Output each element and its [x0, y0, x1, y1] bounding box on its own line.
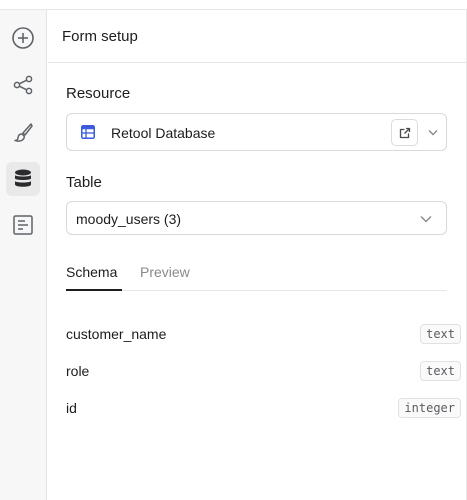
table-label: Table — [66, 174, 102, 191]
panel-header: Form setup — [48, 10, 466, 63]
field-name: role — [66, 363, 90, 379]
field-type-badge: text — [420, 324, 461, 344]
connections-button[interactable] — [6, 68, 40, 102]
form-setup-panel: Form setup Resource Retool Database Tabl… — [48, 10, 467, 500]
form-button[interactable] — [6, 208, 40, 242]
form-icon — [13, 215, 33, 235]
field-name: customer_name — [66, 326, 167, 342]
field-name: id — [66, 400, 77, 416]
chevron-down-icon — [428, 130, 438, 136]
schema-row: customer_name text — [66, 324, 461, 346]
chevron-down-icon — [420, 216, 432, 223]
resource-select[interactable]: Retool Database — [66, 113, 447, 151]
paintbrush-icon — [14, 123, 33, 142]
schema-row: id integer — [66, 398, 461, 420]
tab-preview[interactable]: Preview — [140, 264, 190, 291]
table-select[interactable]: moody_users (3) — [66, 201, 447, 235]
table-value: moody_users (3) — [76, 211, 182, 227]
style-button[interactable] — [6, 115, 40, 149]
add-button[interactable] — [6, 21, 40, 55]
resource-value: Retool Database — [111, 125, 216, 141]
schema-preview-tabs: Schema Preview — [66, 264, 447, 291]
database-icon — [15, 169, 31, 187]
left-icon-rail — [0, 10, 47, 500]
field-type-badge: text — [420, 361, 461, 381]
schema-row: role text — [66, 361, 461, 383]
panel-title: Form setup — [62, 28, 138, 45]
add-icon — [12, 27, 34, 49]
share-nodes-icon — [13, 75, 33, 95]
tab-schema[interactable]: Schema — [66, 264, 122, 291]
data-button[interactable] — [6, 162, 40, 196]
open-resource-button[interactable] — [391, 119, 418, 146]
field-type-badge: integer — [398, 398, 461, 418]
external-link-icon — [399, 127, 410, 138]
resource-label: Resource — [66, 85, 131, 102]
table-grid-icon — [81, 125, 95, 139]
